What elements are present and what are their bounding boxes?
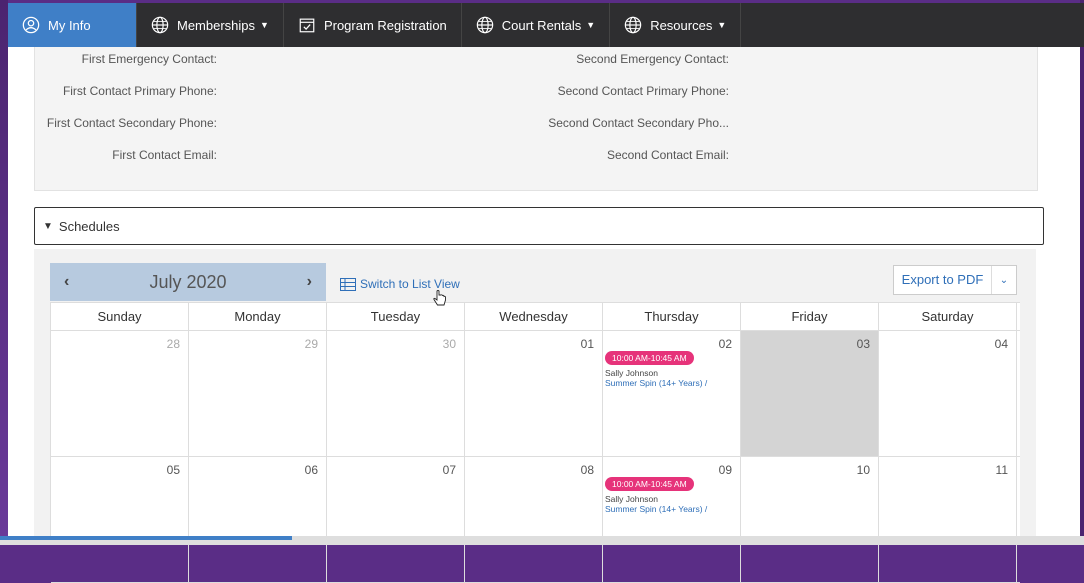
weekday-header: Sunday Monday Tuesday Wednesday Thursday… [51,303,1020,331]
calendar-day[interactable]: 09 10:00 AM-10:45 AM Sally Johnson Summe… [603,457,741,582]
top-navbar: My Info Memberships ▼ Program Registrati… [8,3,1084,47]
prev-month-button[interactable]: ‹ [64,273,69,291]
schedules-accordion-header[interactable]: ▼ Schedules [34,207,1044,245]
day-number: 29 [304,337,318,351]
calendar-day[interactable]: 01 [465,331,603,456]
window-frame-left [0,0,8,545]
chevron-down-icon[interactable]: ⌄ [992,275,1016,286]
day-number: 08 [580,463,594,477]
switch-to-list-view-link[interactable]: Switch to List View [340,277,460,291]
day-number: 10 [856,463,870,477]
table-list-icon [340,277,356,291]
nav-my-info-label: My Info [48,17,91,33]
second-contact-primary-phone-label: Second Contact Primary Phone: [557,84,729,98]
globe-icon [624,16,642,34]
event-program-link[interactable]: Summer Spin (14+ Years) / [605,504,735,514]
event-time-badge: 10:00 AM-10:45 AM [605,351,694,365]
day-number: 05 [166,463,180,477]
schedules-label: Schedules [58,218,120,234]
nav-memberships-label: Memberships [177,17,256,33]
month-navigator: ‹ July 2020 › [50,263,326,301]
calendar-day[interactable]: 11 [879,457,1017,582]
chevron-down-icon: ▼ [43,220,53,232]
hand-pointer-icon [433,290,446,306]
second-emergency-contact-label: Second Emergency Contact: [576,52,729,66]
second-contact-email-label: Second Contact Email: [606,148,729,162]
weekday-wednesday: Wednesday [465,303,603,330]
first-contact-primary-phone-label: First Contact Primary Phone: [62,84,217,98]
calendar-day[interactable]: 05 [51,457,189,582]
caret-down-icon: ▼ [260,20,269,30]
second-contact-secondary-phone-label: Second Contact Secondary Pho... [548,116,729,130]
day-number: 06 [304,463,318,477]
export-to-pdf-button[interactable]: Export to PDF ⌄ [893,265,1017,295]
day-number: 03 [856,337,870,351]
event-person: Sally Johnson [605,494,658,504]
nav-resources[interactable]: Resources ▼ [610,3,742,47]
nav-court-rentals[interactable]: Court Rentals ▼ [462,3,611,47]
calendar-day[interactable]: 08 [465,457,603,582]
calendar-check-icon [299,18,315,33]
month-title: July 2020 [149,271,227,292]
day-number: 11 [995,463,1008,477]
page-content: First Emergency Contact: First Contact P… [8,47,1080,583]
globe-icon [151,16,169,34]
first-contact-secondary-phone-label: First Contact Secondary Phone: [46,116,217,130]
calendar-day[interactable]: 02 10:00 AM-10:45 AM Sally Johnson Summe… [603,331,741,456]
nav-my-info[interactable]: My Info [8,3,137,47]
day-number: 30 [442,337,456,351]
first-contact-email-label: First Contact Email: [112,148,217,162]
switch-to-list-view-label: Switch to List View [360,277,460,291]
schedules-panel: ‹ July 2020 › Switch to List View Export… [34,249,1036,583]
bottom-scrollbar[interactable] [0,536,1084,545]
weekday-monday: Monday [189,303,327,330]
nav-program-registration[interactable]: Program Registration [284,3,462,47]
calendar-day[interactable]: 28 [51,331,189,456]
calendar-day[interactable]: 10 [741,457,879,582]
next-month-button[interactable]: › [307,273,312,291]
weekday-sunday: Sunday [51,303,189,330]
event-person: Sally Johnson [605,368,658,378]
month-calendar: Sunday Monday Tuesday Wednesday Thursday… [50,302,1020,583]
calendar-event[interactable]: 10:00 AM-10:45 AM Sally Johnson Summer S… [605,348,735,388]
day-number: 01 [580,337,594,351]
weekday-thursday: Thursday [603,303,741,330]
window-frame-right [1080,0,1084,545]
event-program-link[interactable]: Summer Spin (14+ Years) / [605,378,735,388]
caret-down-icon: ▼ [586,20,596,30]
calendar-week: 28 29 30 01 02 10:00 AM-10:45 AM Sally J… [51,331,1020,457]
weekday-friday: Friday [741,303,879,330]
nav-memberships[interactable]: Memberships ▼ [137,3,284,47]
day-number: 07 [442,463,456,477]
calendar-day[interactable]: 06 [189,457,327,582]
calendar-event[interactable]: 10:00 AM-10:45 AM Sally Johnson Summer S… [605,474,735,514]
nav-program-registration-label: Program Registration [323,17,447,33]
caret-down-icon: ▼ [717,20,727,30]
day-number: 04 [994,337,1008,351]
weekday-saturday: Saturday [879,303,1017,330]
user-circle-icon [22,16,40,34]
emergency-contacts-panel: First Emergency Contact: First Contact P… [34,47,1038,191]
calendar-week: 05 06 07 08 09 10:00 AM-10:45 AM Sally J… [51,457,1020,583]
calendar-day[interactable]: 04 [879,331,1017,456]
calendar-day-today[interactable]: 03 [741,331,879,456]
progress-indicator [0,536,292,540]
day-number: 28 [166,337,180,351]
nav-resources-label: Resources [650,17,713,33]
calendar-day[interactable]: 07 [327,457,465,582]
export-to-pdf-label: Export to PDF [894,266,992,294]
globe-icon [476,16,494,34]
calendar-day[interactable]: 29 [189,331,327,456]
nav-court-rentals-label: Court Rentals [501,17,582,33]
event-time-badge: 10:00 AM-10:45 AM [605,477,694,491]
first-emergency-contact-label: First Emergency Contact: [81,52,217,66]
calendar-day[interactable]: 30 [327,331,465,456]
